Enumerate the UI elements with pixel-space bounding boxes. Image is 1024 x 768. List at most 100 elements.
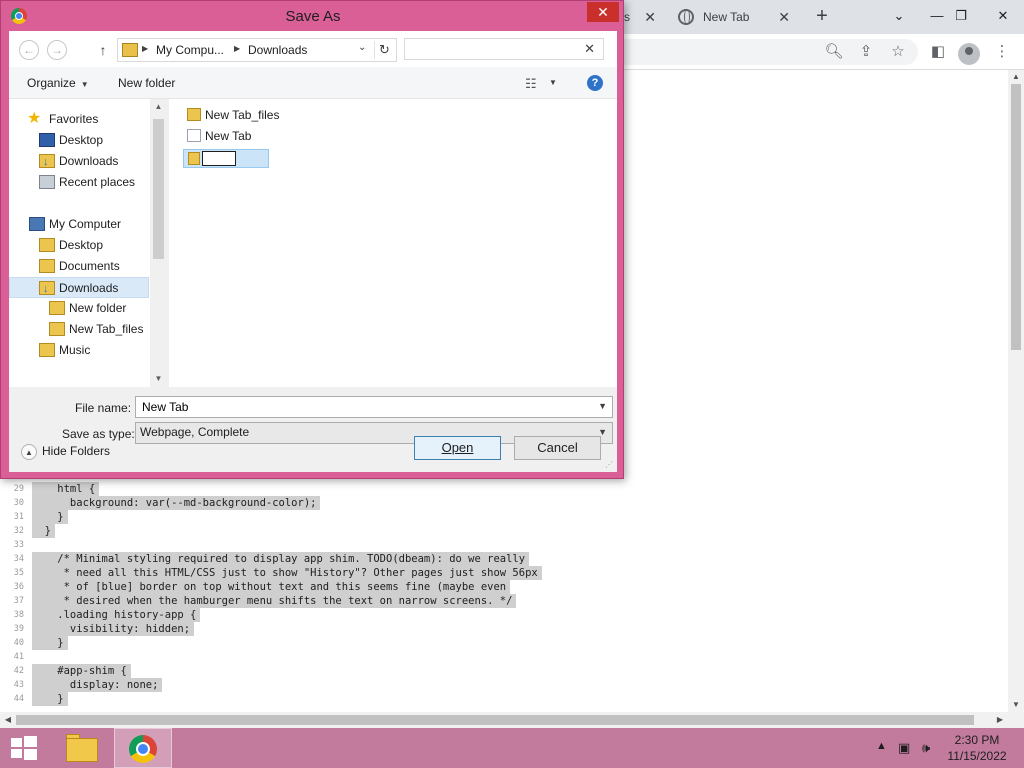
- code-text: }: [32, 510, 68, 524]
- save-type-label: Save as type:: [62, 427, 135, 441]
- code-line: 39 visibility: hidden;: [0, 622, 1008, 636]
- file-name-label: File name:: [75, 401, 132, 415]
- scroll-thumb[interactable]: [16, 715, 974, 725]
- scroll-left-arrow-icon[interactable]: ◀: [0, 712, 16, 728]
- new-tab-button[interactable]: +: [810, 4, 834, 28]
- file-name-input[interactable]: [140, 399, 580, 415]
- scroll-up-arrow-icon[interactable]: ▲: [150, 99, 167, 115]
- line-number: 43: [13, 680, 24, 690]
- tab-search-chevron-icon[interactable]: ⌄: [884, 2, 914, 30]
- change-view-icon[interactable]: ☷: [525, 76, 537, 92]
- nav-item-fav-desktop[interactable]: Desktop: [9, 130, 149, 151]
- view-dropdown-icon[interactable]: ▼: [549, 78, 557, 87]
- nav-item-documents[interactable]: Documents: [9, 256, 149, 277]
- file-item-label: New Tab: [205, 129, 252, 143]
- file-name-combo[interactable]: ▼: [135, 396, 613, 418]
- system-clock[interactable]: 2:30 PM 11/15/2022: [942, 732, 1012, 764]
- network-icon[interactable]: ▣: [898, 740, 910, 756]
- code-line: 30 background: var(--md-background-color…: [0, 496, 1008, 510]
- vertical-scrollbar[interactable]: ▲ ▼: [1008, 70, 1024, 712]
- code-line: 33: [0, 538, 1008, 552]
- music-folder-icon: [39, 343, 55, 357]
- new-folder-rename-item[interactable]: [183, 149, 269, 168]
- window-close-button[interactable]: ✕: [988, 2, 1018, 30]
- address-breadcrumb[interactable]: ▶ My Compu... ▶ Downloads ⌄ ↻: [117, 38, 397, 62]
- horizontal-scrollbar[interactable]: ◀ ▶: [0, 712, 1008, 728]
- breadcrumb-downloads[interactable]: Downloads: [248, 43, 307, 57]
- line-number: 30: [13, 498, 24, 508]
- code-text: * of [blue] border on top without text a…: [32, 580, 511, 594]
- scroll-down-arrow-icon[interactable]: ▼: [150, 371, 167, 387]
- nav-pane-scrollbar[interactable]: ▲ ▼: [150, 99, 167, 387]
- nav-item-label: Downloads: [59, 281, 119, 295]
- taskbar: ▲ ▣ 🕪︎ 2:30 PM 11/15/2022: [0, 728, 1024, 768]
- file-explorer-icon[interactable]: [60, 730, 104, 766]
- nav-item-new-folder[interactable]: New folder: [9, 298, 149, 319]
- nav-item-music[interactable]: Music: [9, 340, 149, 361]
- globe-icon: [678, 9, 694, 25]
- volume-icon[interactable]: 🕪︎: [922, 740, 930, 756]
- organize-button[interactable]: Organize ▼: [27, 76, 89, 90]
- code-text: * desired when the hamburger menu shifts…: [32, 594, 517, 608]
- open-button[interactable]: Open: [414, 436, 501, 460]
- nav-item-downloads[interactable]: Downloads: [9, 277, 149, 300]
- nav-item-label: Desktop: [59, 238, 104, 252]
- scroll-down-arrow-icon[interactable]: ▼: [1008, 698, 1024, 712]
- back-arrow-icon[interactable]: ←: [19, 40, 39, 60]
- dialog-close-button[interactable]: ✕: [587, 2, 619, 22]
- up-arrow-icon[interactable]: ↑: [95, 40, 111, 60]
- nav-item-my-computer[interactable]: My Computer: [9, 214, 149, 235]
- share-icon[interactable]: ⇪: [856, 42, 876, 62]
- help-icon[interactable]: ?: [587, 75, 603, 91]
- tab-close-icon[interactable]: ✕: [644, 9, 666, 26]
- nav-item-recent-places[interactable]: Recent places: [9, 172, 149, 193]
- folder-rename-input[interactable]: [202, 151, 236, 166]
- line-number: 33: [13, 540, 24, 550]
- tab-title: New Tab: [703, 10, 750, 24]
- chevron-down-icon[interactable]: ▼: [598, 401, 607, 411]
- hide-folders-button[interactable]: ▲ Hide Folders: [21, 441, 110, 461]
- nav-item-favorites[interactable]: ★ Favorites: [9, 109, 149, 130]
- tab-new-tab[interactable]: New Tab ✕: [668, 0, 800, 34]
- breadcrumb-chevron-icon[interactable]: ▶: [142, 44, 148, 53]
- scroll-thumb[interactable]: [153, 119, 164, 259]
- search-input[interactable]: [409, 39, 579, 59]
- profile-avatar-icon[interactable]: [958, 43, 980, 65]
- code-text: background: var(--md-background-color);: [32, 496, 321, 510]
- show-hidden-icons-icon[interactable]: ▲: [876, 740, 887, 752]
- downloads-folder-icon: [39, 279, 55, 300]
- side-panel-icon[interactable]: ◧: [928, 42, 948, 62]
- refresh-icon[interactable]: ↻: [374, 41, 394, 59]
- breadcrumb-chevron-icon[interactable]: ▶: [234, 44, 240, 53]
- cancel-button[interactable]: Cancel: [514, 436, 601, 460]
- dialog-body: ← → ↑ ▶ My Compu... ▶ Downloads ⌄ ↻ ✕ Or…: [9, 31, 617, 472]
- code-line: 43 display: none;: [0, 678, 1008, 692]
- nav-item-label: My Computer: [49, 217, 122, 231]
- scroll-thumb[interactable]: [1011, 84, 1021, 350]
- chrome-icon: [129, 735, 157, 763]
- scroll-up-arrow-icon[interactable]: ▲: [1008, 70, 1024, 84]
- hide-folders-label: Hide Folders: [42, 444, 111, 458]
- address-dropdown-icon[interactable]: ⌄: [358, 42, 366, 53]
- code-line: 40 }: [0, 636, 1008, 650]
- new-folder-button[interactable]: New folder: [118, 76, 175, 90]
- tab-close-icon[interactable]: ✕: [778, 9, 800, 26]
- forward-arrow-icon[interactable]: →: [47, 40, 67, 60]
- chevron-up-icon: ▲: [21, 443, 37, 460]
- restore-button[interactable]: ❐: [946, 2, 976, 30]
- search-box[interactable]: ✕: [404, 38, 604, 60]
- chrome-taskbar-button[interactable]: [114, 728, 172, 768]
- resize-grip-icon[interactable]: ⋰: [605, 460, 615, 470]
- bookmark-star-icon[interactable]: ☆: [888, 42, 908, 62]
- nav-item-fav-downloads[interactable]: Downloads: [9, 151, 149, 173]
- breadcrumb-my-computer[interactable]: My Compu...: [156, 43, 224, 57]
- windows-start-icon[interactable]: [8, 734, 40, 762]
- nav-item-desktop[interactable]: Desktop: [9, 235, 149, 256]
- line-number: 38: [13, 610, 24, 620]
- menu-kebab-icon[interactable]: ⋮: [992, 42, 1012, 62]
- clear-search-icon[interactable]: ✕: [584, 41, 595, 57]
- scroll-right-arrow-icon[interactable]: ▶: [992, 712, 1008, 728]
- code-line: 31 }: [0, 510, 1008, 524]
- nav-item-new-tab-files[interactable]: New Tab_files: [9, 319, 149, 340]
- zoom-icon[interactable]: 🔍︎: [824, 42, 844, 62]
